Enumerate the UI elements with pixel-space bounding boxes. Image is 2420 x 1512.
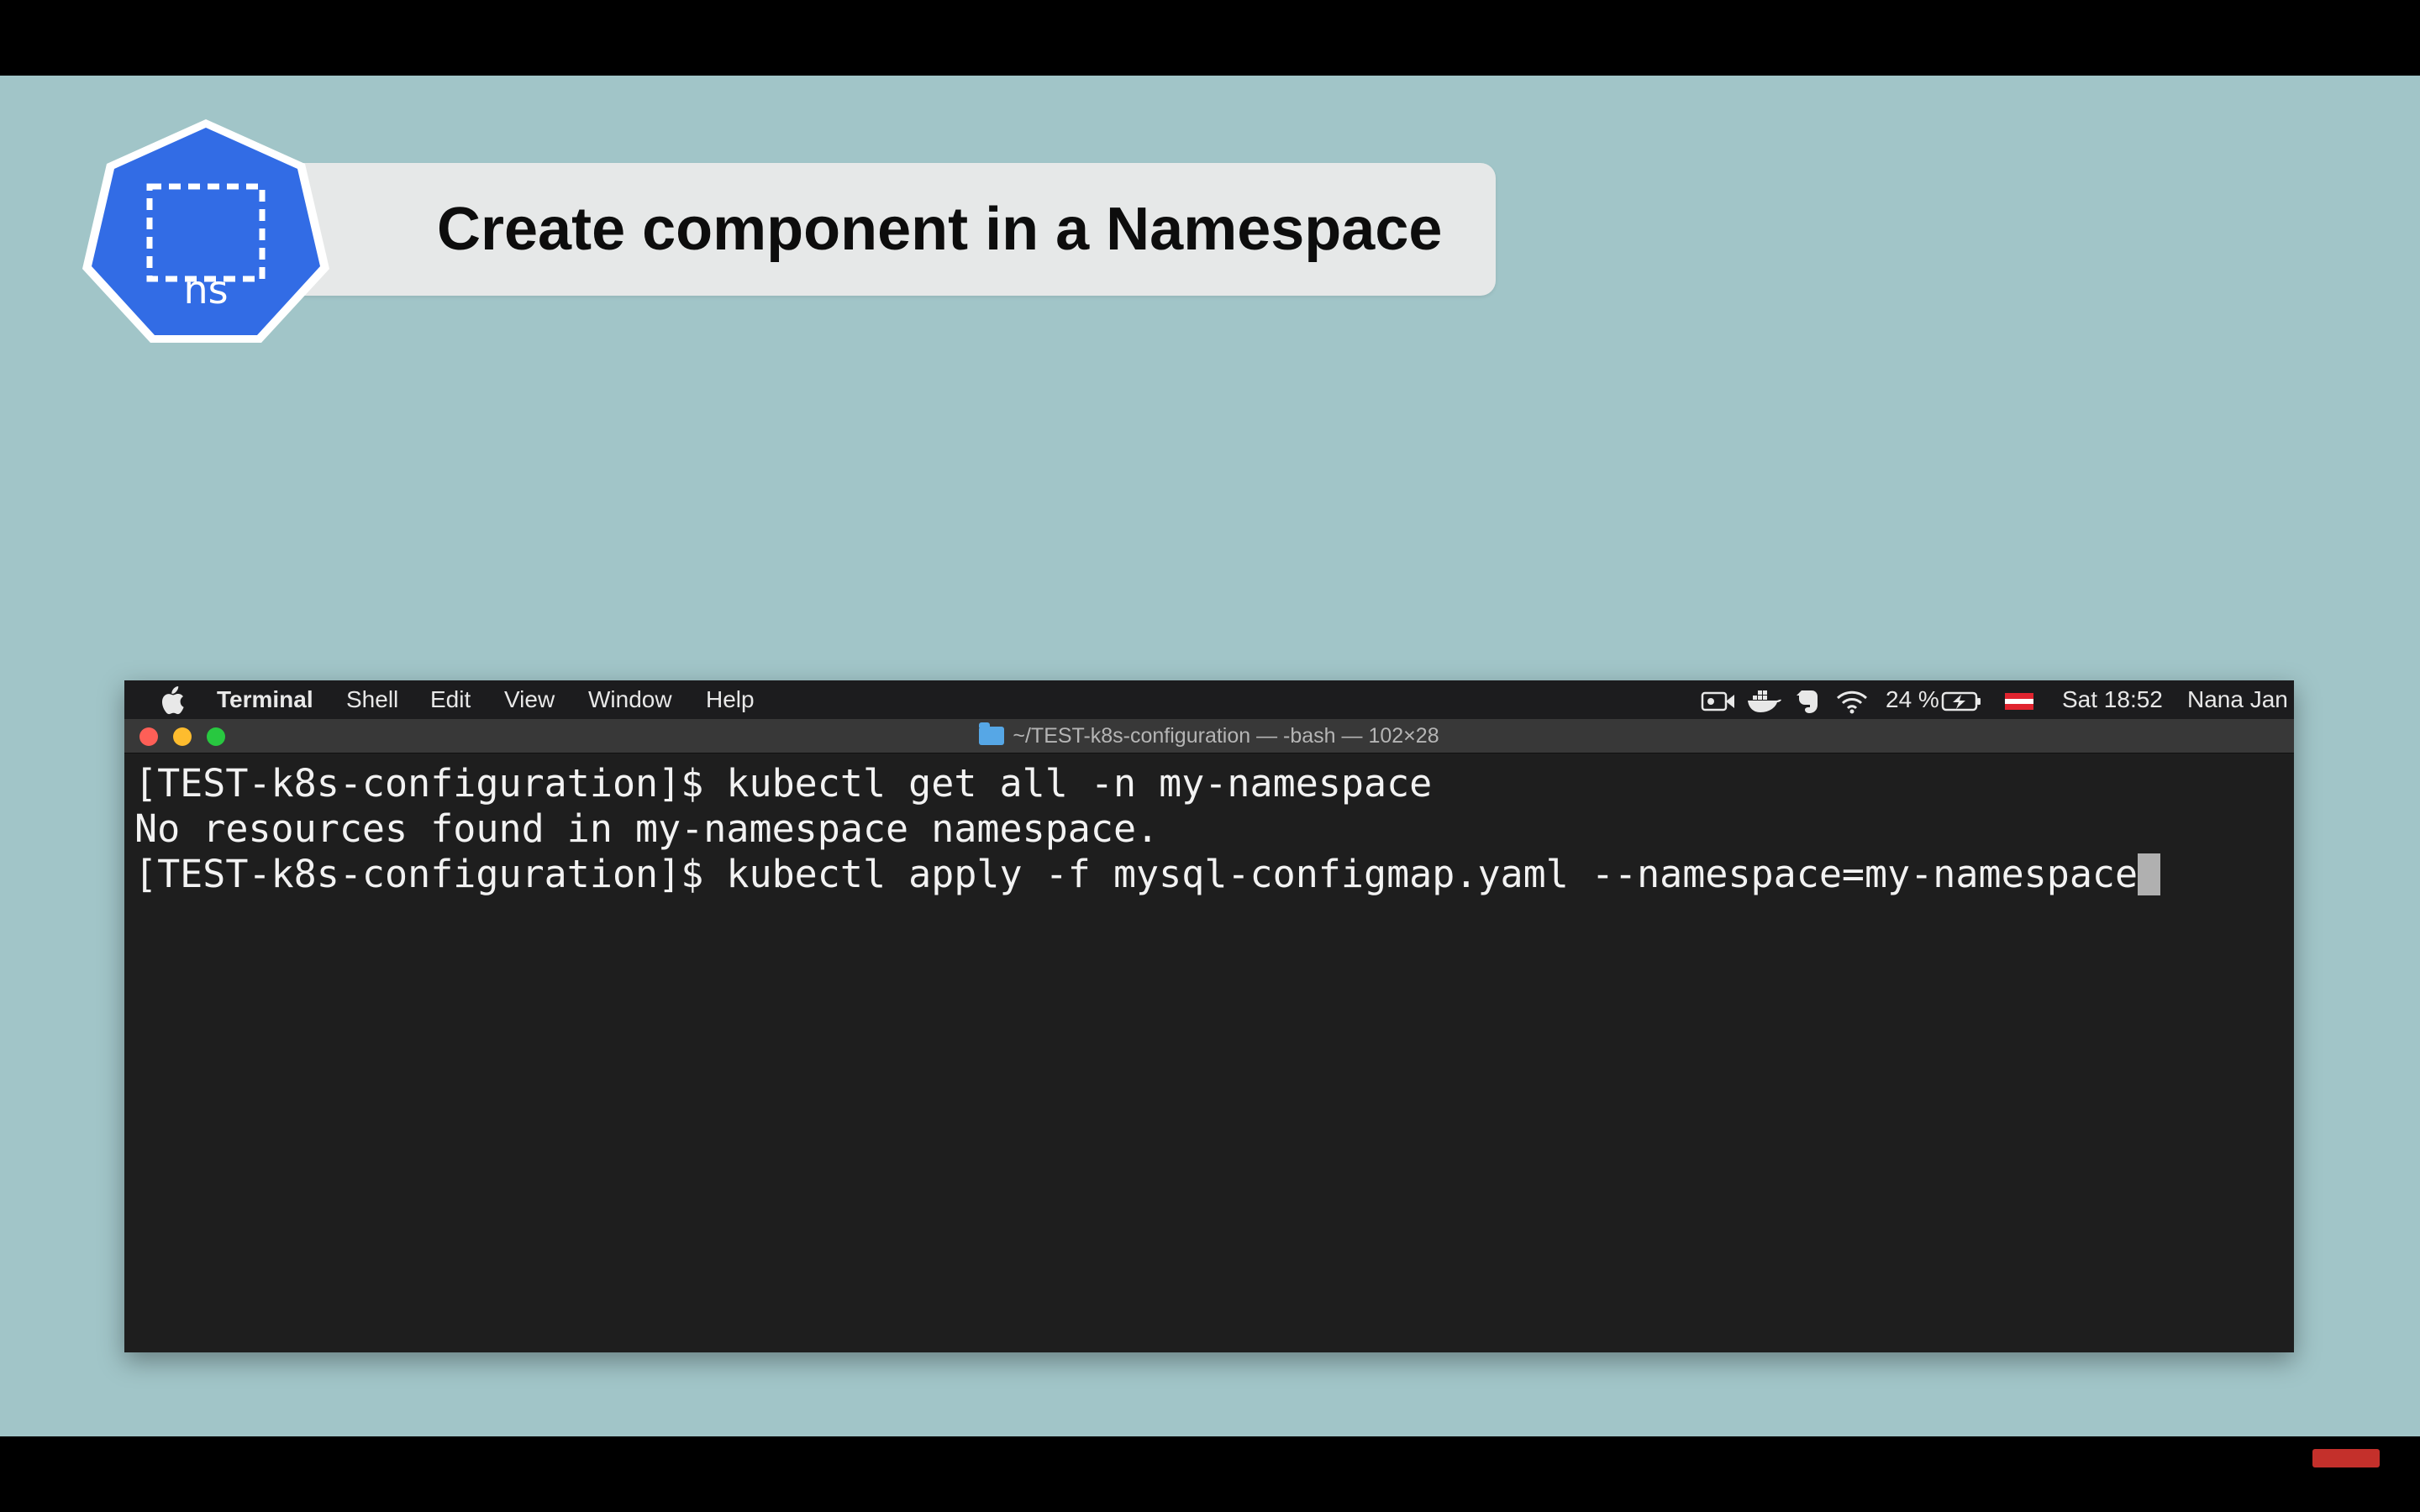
video-camera-icon[interactable] (1701, 680, 1736, 719)
folder-icon (979, 722, 1005, 745)
slide: Create component in a Namespace ns Termi… (0, 76, 2420, 1436)
terminal-output[interactable]: [TEST-k8s-configuration]$ kubectl get al… (134, 761, 2286, 897)
window-title: ~/TEST-k8s-configuration — -bash — 102×2… (1013, 724, 1439, 748)
window-title-area: ~/TEST-k8s-configuration — -bash — 102×2… (124, 719, 2294, 753)
mac-menubar: Terminal Shell Edit View Window Help 24 … (124, 680, 2294, 719)
wifi-icon[interactable] (1835, 680, 1869, 719)
battery-icon[interactable] (1941, 680, 1983, 719)
apple-icon[interactable] (160, 680, 185, 719)
terminal-line: No resources found in my-namespace names… (134, 806, 1160, 851)
letterbox-bottom (0, 1436, 2420, 1512)
menu-shell[interactable]: Shell (346, 680, 398, 719)
title-banner: Create component in a Namespace (277, 163, 1496, 296)
menu-help[interactable]: Help (706, 680, 755, 719)
terminal-input-line[interactable]: [TEST-k8s-configuration]$ kubectl apply … (134, 852, 2286, 897)
namespace-badge-label: ns (183, 267, 229, 312)
terminal-window[interactable]: Terminal Shell Edit View Window Help 24 … (124, 680, 2294, 1352)
menu-app-terminal[interactable]: Terminal (217, 680, 313, 719)
menu-edit[interactable]: Edit (430, 680, 471, 719)
letterbox-top (0, 0, 2420, 76)
menu-window[interactable]: Window (588, 680, 672, 719)
terminal-command: [TEST-k8s-configuration]$ kubectl apply … (134, 852, 2139, 896)
menubar-clock[interactable]: Sat 18:52 (2062, 680, 2163, 719)
docker-whale-icon[interactable] (1746, 680, 1785, 719)
subscribe-button[interactable] (2312, 1449, 2380, 1467)
close-window-button[interactable] (139, 727, 158, 746)
terminal-cursor (2138, 853, 2161, 895)
flag-icon[interactable] (2005, 680, 2033, 719)
menubar-user[interactable]: Nana Jan (2187, 680, 2288, 719)
slide-title: Create component in a Namespace (437, 196, 1443, 263)
namespace-badge: ns (77, 116, 334, 346)
minimize-window-button[interactable] (173, 727, 192, 746)
battery-percent: 24 % (1886, 686, 1939, 712)
terminal-line: [TEST-k8s-configuration]$ kubectl get al… (134, 761, 1433, 806)
zoom-window-button[interactable] (207, 727, 225, 746)
menu-view[interactable]: View (504, 680, 555, 719)
window-titlebar[interactable]: ~/TEST-k8s-configuration — -bash — 102×2… (124, 719, 2294, 753)
evernote-icon[interactable] (1795, 680, 1820, 719)
